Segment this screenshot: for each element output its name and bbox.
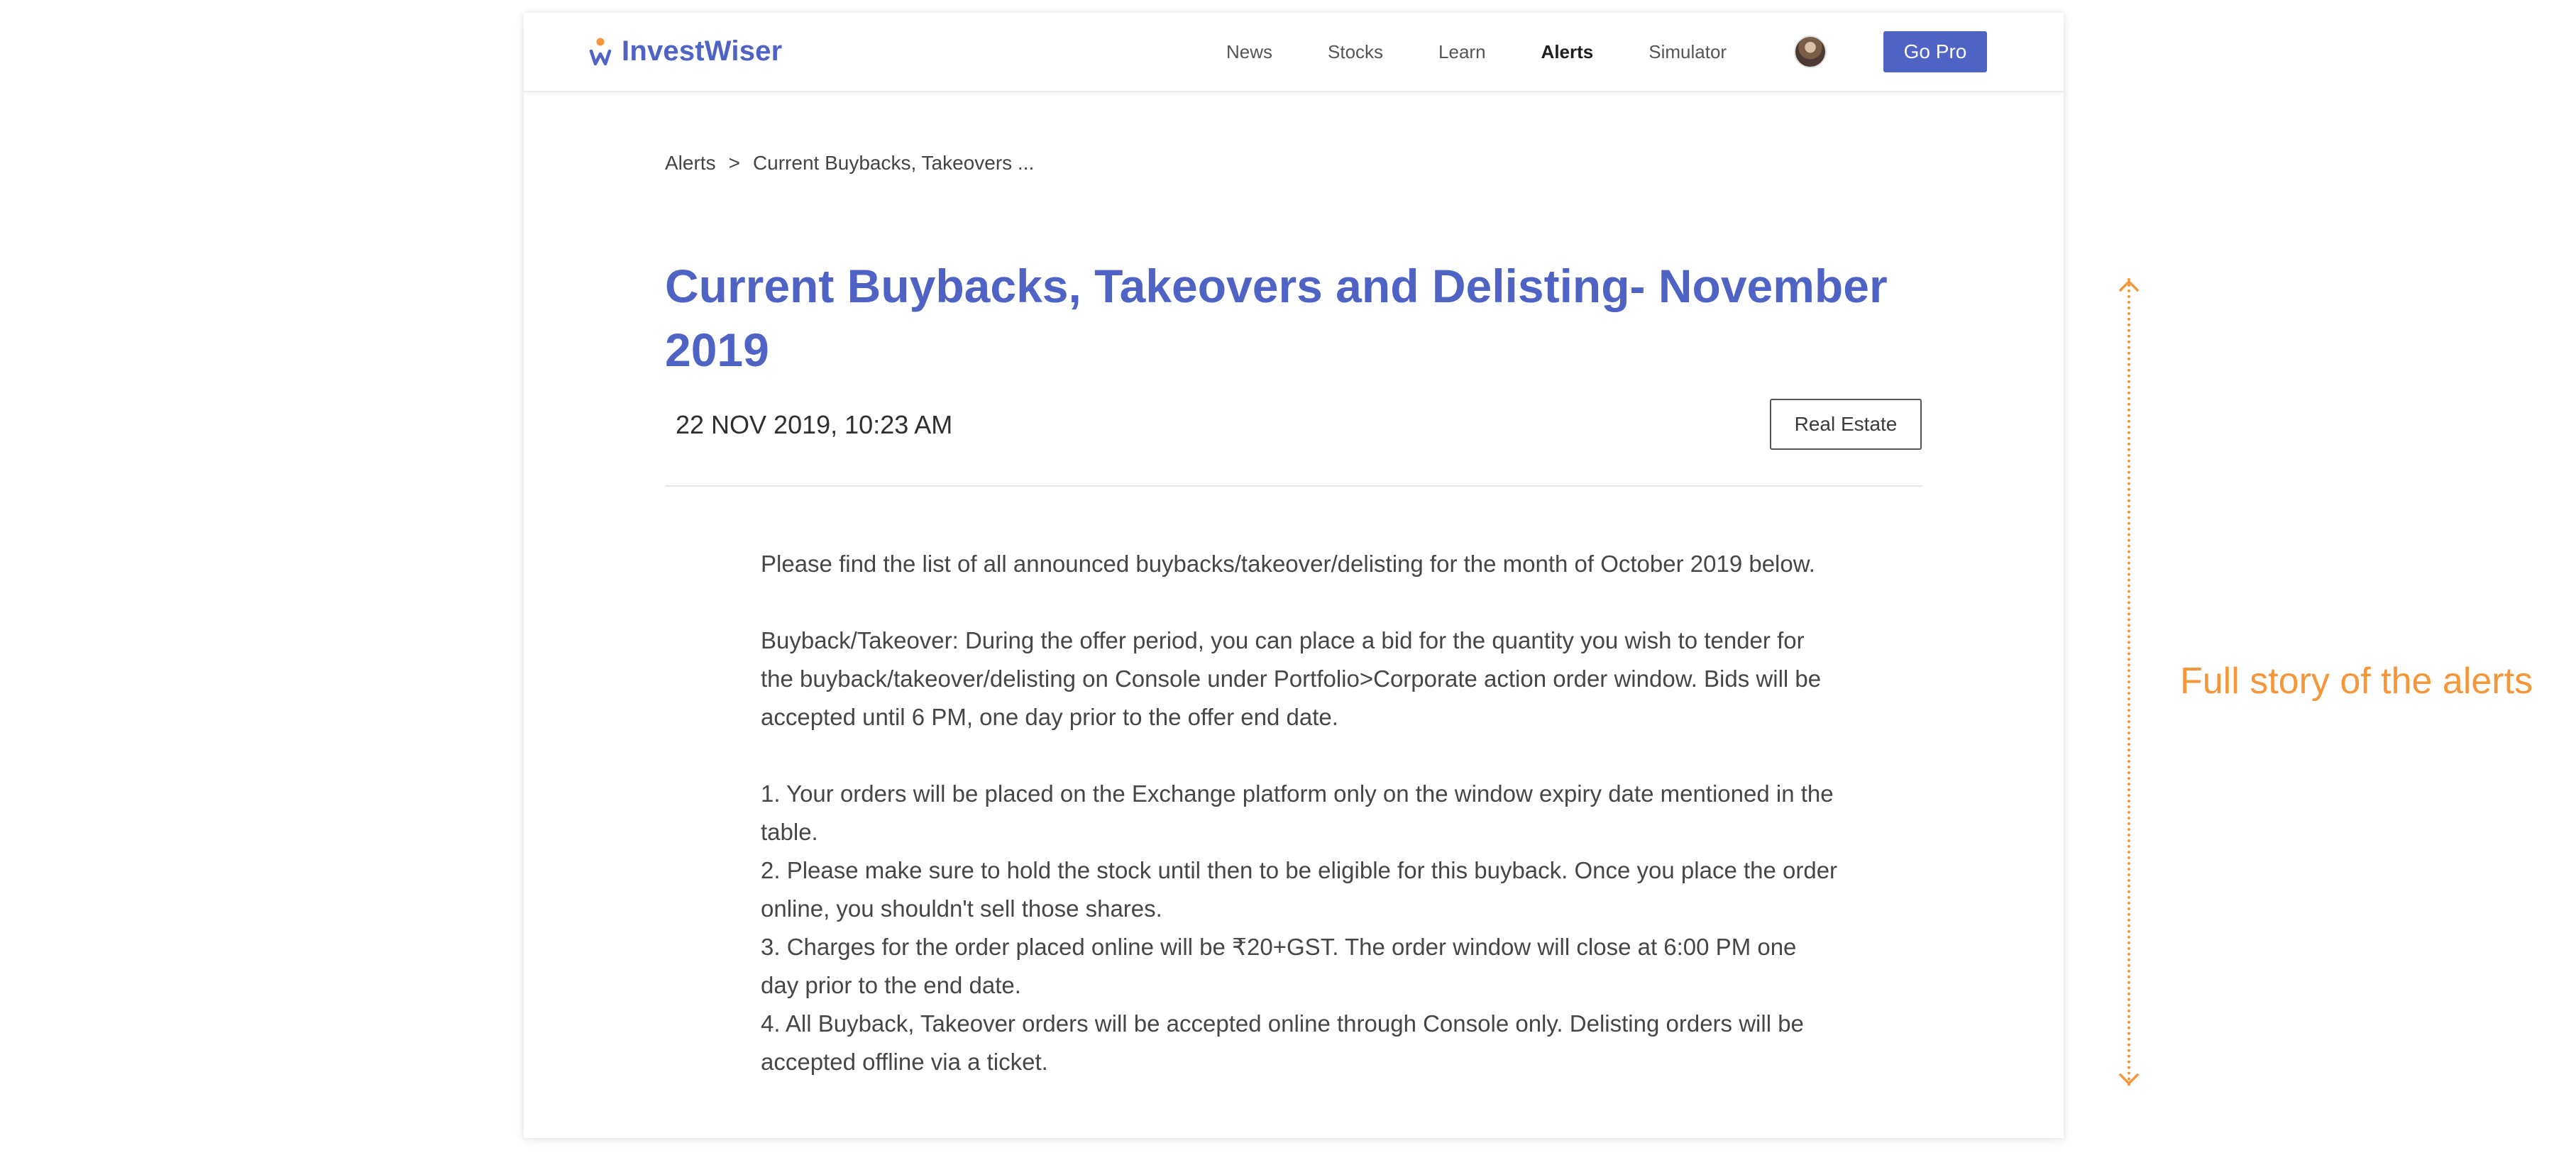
breadcrumb: Alerts > Current Buybacks, Takeovers ...	[665, 152, 1034, 175]
arrow-up-icon	[2119, 280, 2139, 292]
article-body: Please find the list of all announced bu…	[761, 545, 1839, 1081]
instruction-item: 4. All Buyback, Takeover orders will be …	[761, 1010, 1804, 1075]
breadcrumb-alerts-link[interactable]: Alerts	[665, 152, 716, 175]
investwiser-logo-icon	[589, 38, 612, 65]
nav-item-learn[interactable]: Learn	[1438, 41, 1486, 63]
nav-links: News Stocks Learn Alerts Simulator	[1226, 13, 1782, 91]
annotation-dotted-line	[2128, 278, 2130, 1087]
buyback-note: Buyback/Takeover: During the offer perio…	[761, 627, 1822, 730]
breadcrumb-separator: >	[728, 152, 740, 174]
article-date: 22 NOV 2019, 10:23 AM	[676, 410, 953, 439]
top-navbar: InvestWiser News Stocks Learn Alerts Sim…	[524, 13, 2064, 92]
go-pro-button[interactable]: Go Pro	[1883, 31, 1987, 72]
category-tag[interactable]: Real Estate	[1770, 399, 1922, 450]
nav-item-stocks[interactable]: Stocks	[1328, 41, 1383, 63]
arrow-down-icon	[2119, 1073, 2139, 1085]
article-page: InvestWiser News Stocks Learn Alerts Sim…	[524, 13, 2064, 1138]
breadcrumb-current: Current Buybacks, Takeovers ...	[752, 152, 1035, 174]
instruction-item: 1. Your orders will be placed on the Exc…	[761, 780, 1834, 845]
nav-item-simulator[interactable]: Simulator	[1648, 41, 1727, 63]
divider	[665, 485, 1922, 487]
instruction-item: 3. Charges for the order placed online w…	[761, 934, 1797, 998]
brand-name: InvestWiser	[622, 35, 783, 67]
nav-item-news[interactable]: News	[1226, 41, 1272, 63]
nav-item-alerts[interactable]: Alerts	[1541, 41, 1594, 63]
user-avatar[interactable]	[1794, 35, 1827, 68]
article-intro: Please find the list of all announced bu…	[761, 551, 1815, 577]
article-title: Current Buybacks, Takeovers and Delistin…	[665, 260, 1888, 376]
brand[interactable]: InvestWiser	[589, 35, 782, 67]
annotation-label: Full story of the alerts	[2180, 661, 2533, 702]
instruction-item: 2. Please make sure to hold the stock un…	[761, 857, 1838, 922]
